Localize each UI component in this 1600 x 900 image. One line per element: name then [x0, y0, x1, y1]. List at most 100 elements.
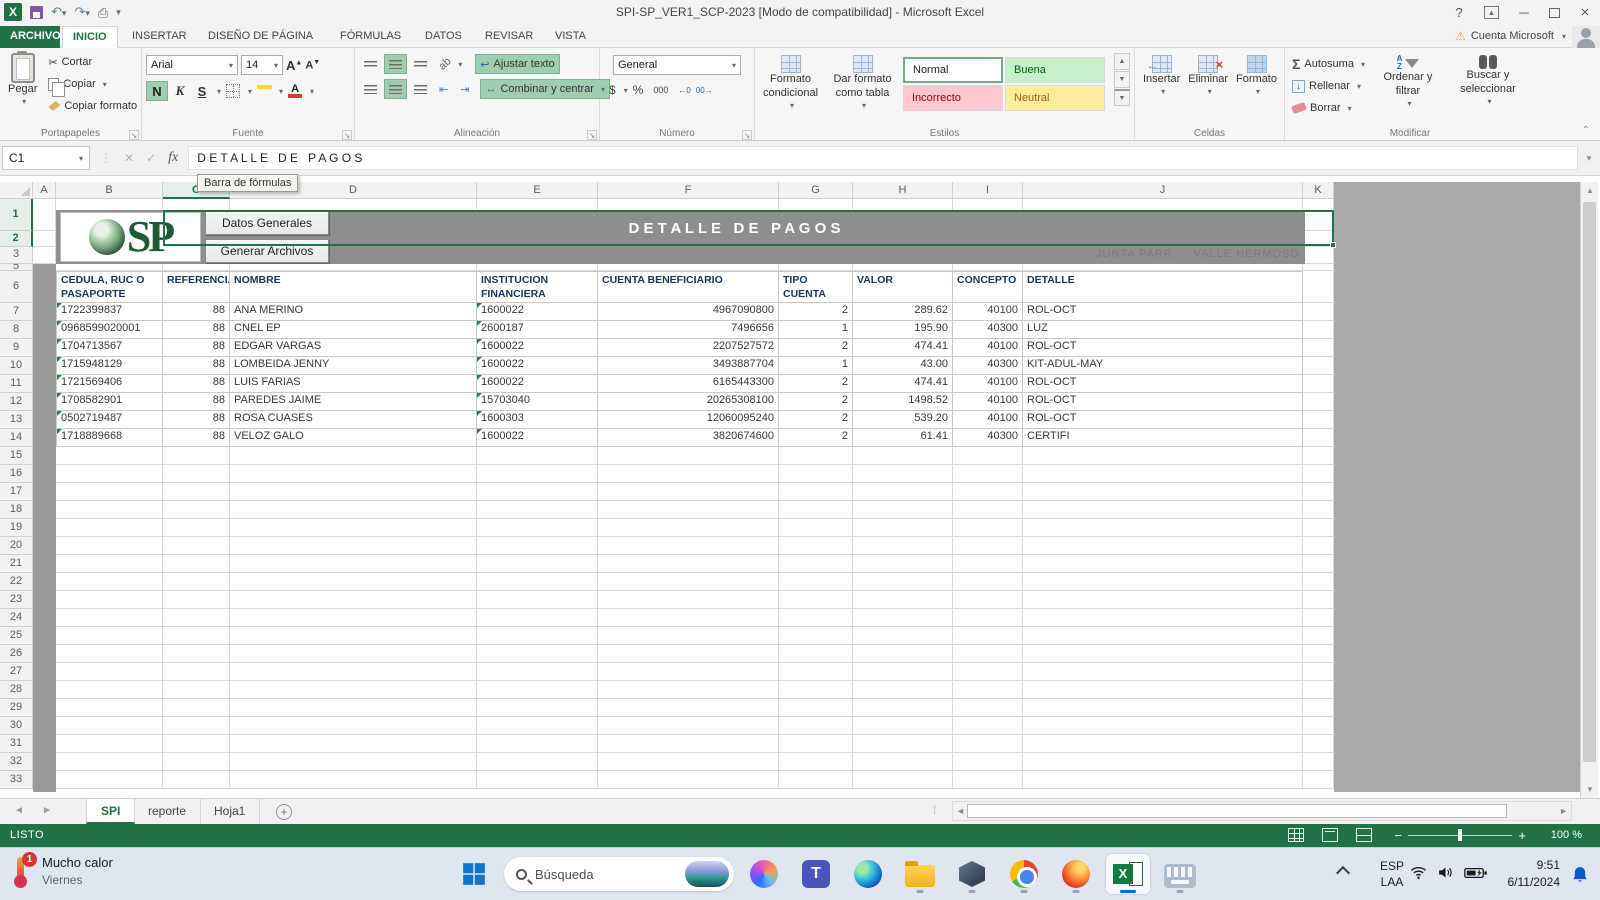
comma-format-icon[interactable]: 000 — [648, 85, 673, 95]
bold-button[interactable]: N — [146, 81, 168, 101]
chevron-up-icon[interactable] — [1336, 866, 1350, 880]
page-break-view-icon[interactable] — [1356, 828, 1372, 842]
style-buena[interactable]: Buena — [1005, 57, 1105, 83]
row-header-19[interactable]: 19 — [0, 519, 33, 537]
row-header-8[interactable]: 8 — [0, 321, 33, 339]
table-cell[interactable]: 6165443300 — [598, 375, 779, 393]
clear-button[interactable]: Borrar▾ — [1289, 97, 1368, 119]
row-header-27[interactable]: 27 — [0, 663, 33, 681]
table-cell[interactable]: KIT-ADUL-MAY — [1023, 357, 1303, 375]
sheet-nav-right-icon[interactable]: ► — [42, 805, 52, 816]
align-middle-icon[interactable] — [384, 54, 407, 74]
help-icon[interactable]: ? — [1450, 5, 1468, 20]
italic-button[interactable]: K — [170, 81, 190, 101]
row-header-24[interactable]: 24 — [0, 609, 33, 627]
fill-handle[interactable] — [1330, 242, 1336, 248]
number-format-select[interactable]: General▾ — [613, 55, 741, 75]
increase-indent-icon[interactable]: ⇥ — [455, 79, 474, 99]
style-incorrecto[interactable]: Incorrecto — [903, 85, 1003, 111]
align-left-icon[interactable] — [359, 79, 382, 99]
style-neutral[interactable]: Neutral — [1005, 85, 1105, 111]
search-highlight-image[interactable] — [685, 861, 729, 887]
autosum-button[interactable]: ΣAutosuma▾ — [1289, 53, 1368, 75]
table-cell[interactable]: ROL-OCT — [1023, 411, 1303, 429]
table-cell[interactable]: CNEL EP — [230, 321, 477, 339]
table-header-cell[interactable]: DETALLE — [1023, 271, 1303, 303]
table-cell[interactable]: 1600022 — [477, 429, 598, 447]
table-cell[interactable]: ROL-OCT — [1023, 339, 1303, 357]
decrease-decimal-icon[interactable]: 00→ — [696, 86, 718, 95]
table-cell[interactable]: 474.41 — [853, 339, 953, 357]
table-cell[interactable]: 3820674600 — [598, 429, 779, 447]
bell-icon[interactable] — [1570, 865, 1590, 885]
table-cell[interactable]: 1600022 — [477, 303, 598, 321]
styles-scroll-down-icon[interactable]: ▼ — [1114, 71, 1130, 88]
table-cell[interactable]: ROL-OCT — [1023, 375, 1303, 393]
cancel-entry-icon[interactable]: ✕ — [124, 151, 134, 165]
currency-format-icon[interactable]: $ — [604, 83, 621, 97]
table-cell[interactable]: 1721569406 — [56, 375, 163, 393]
table-cell[interactable]: 12060095240 — [598, 411, 779, 429]
table-cell[interactable]: ANA MERINO — [230, 303, 477, 321]
row-header-28[interactable]: 28 — [0, 681, 33, 699]
table-cell[interactable]: 2 — [779, 339, 853, 357]
zoom-level[interactable]: 100 % — [1551, 829, 1582, 841]
format-as-table-button[interactable]: Dar formato como tabla▾ — [828, 53, 897, 113]
row-header-12[interactable]: 12 — [0, 393, 33, 411]
table-cell[interactable]: 88 — [163, 393, 230, 411]
paste-button[interactable]: Pegar▾ — [4, 51, 41, 117]
table-cell[interactable]: CERTIFI — [1023, 429, 1303, 447]
table-cell[interactable]: 0502719487 — [56, 411, 163, 429]
table-cell[interactable]: VELOZ GALO — [230, 429, 477, 447]
underline-button[interactable]: S — [192, 81, 212, 101]
row-header-11[interactable]: 11 — [0, 375, 33, 393]
column-header-B[interactable]: B — [56, 182, 163, 199]
table-cell[interactable]: 289.62 — [853, 303, 953, 321]
styles-more-icon[interactable]: ▼ — [1114, 89, 1130, 106]
row-header-3[interactable]: 3 — [0, 247, 33, 264]
styles-scroll-up-icon[interactable]: ▲ — [1114, 53, 1130, 70]
zoom-in-icon[interactable]: + — [1518, 828, 1526, 843]
minimize-icon[interactable]: ─ — [1515, 5, 1533, 20]
table-cell[interactable]: 40100 — [953, 393, 1023, 411]
table-cell[interactable]: LUZ — [1023, 321, 1303, 339]
row-header-1[interactable]: 1 — [0, 199, 33, 231]
table-cell[interactable]: 88 — [163, 429, 230, 447]
table-header-cell[interactable]: NOMBRE — [230, 271, 477, 303]
row-header-22[interactable]: 22 — [0, 573, 33, 591]
table-cell[interactable]: LUIS FARIAS — [230, 375, 477, 393]
table-cell[interactable]: 88 — [163, 321, 230, 339]
tab-splitter-icon[interactable]: ⁞ — [933, 803, 937, 817]
row-header-29[interactable]: 29 — [0, 699, 33, 717]
table-cell[interactable]: 2 — [779, 375, 853, 393]
table-cell[interactable]: 88 — [163, 411, 230, 429]
horizontal-scroll-thumb[interactable] — [967, 804, 1507, 818]
restore-icon[interactable] — [1549, 8, 1560, 18]
table-cell[interactable]: LOMBEIDA JENNY — [230, 357, 477, 375]
column-header-E[interactable]: E — [477, 182, 598, 199]
underline-dd-icon[interactable]: ▾ — [217, 87, 221, 96]
clipboard-dialog-launcher-icon[interactable]: ↘ — [129, 130, 139, 140]
table-cell[interactable]: 1600022 — [477, 375, 598, 393]
table-header-cell[interactable]: CEDULA, RUC O PASAPORTE — [56, 271, 163, 303]
decrease-indent-icon[interactable]: ⇤ — [434, 79, 453, 99]
table-cell[interactable]: 15703040 — [477, 393, 598, 411]
table-cell[interactable]: 88 — [163, 303, 230, 321]
select-all-corner[interactable] — [0, 182, 33, 199]
row-header-15[interactable]: 15 — [0, 447, 33, 465]
normal-view-icon[interactable] — [1288, 828, 1304, 842]
column-header-F[interactable]: F — [598, 182, 779, 199]
table-cell[interactable]: 2 — [779, 429, 853, 447]
formula-input[interactable]: D E T A L L E D E P A G O S — [188, 146, 1578, 170]
table-cell[interactable]: 1715948129 — [56, 357, 163, 375]
scroll-down-icon[interactable]: ▼ — [1581, 781, 1599, 798]
row-header-30[interactable]: 30 — [0, 717, 33, 735]
row-header-25[interactable]: 25 — [0, 627, 33, 645]
font-family-select[interactable]: Arial▾ — [146, 55, 238, 75]
battery-icon[interactable] — [1464, 866, 1488, 880]
table-header-cell[interactable]: TIPO CUENTA — [779, 271, 853, 303]
cut-button[interactable]: ✂Cortar — [45, 51, 140, 73]
table-cell[interactable]: 195.90 — [853, 321, 953, 339]
orientation-icon[interactable]: ab▾ — [434, 54, 467, 74]
teams-button[interactable]: T — [794, 854, 838, 894]
